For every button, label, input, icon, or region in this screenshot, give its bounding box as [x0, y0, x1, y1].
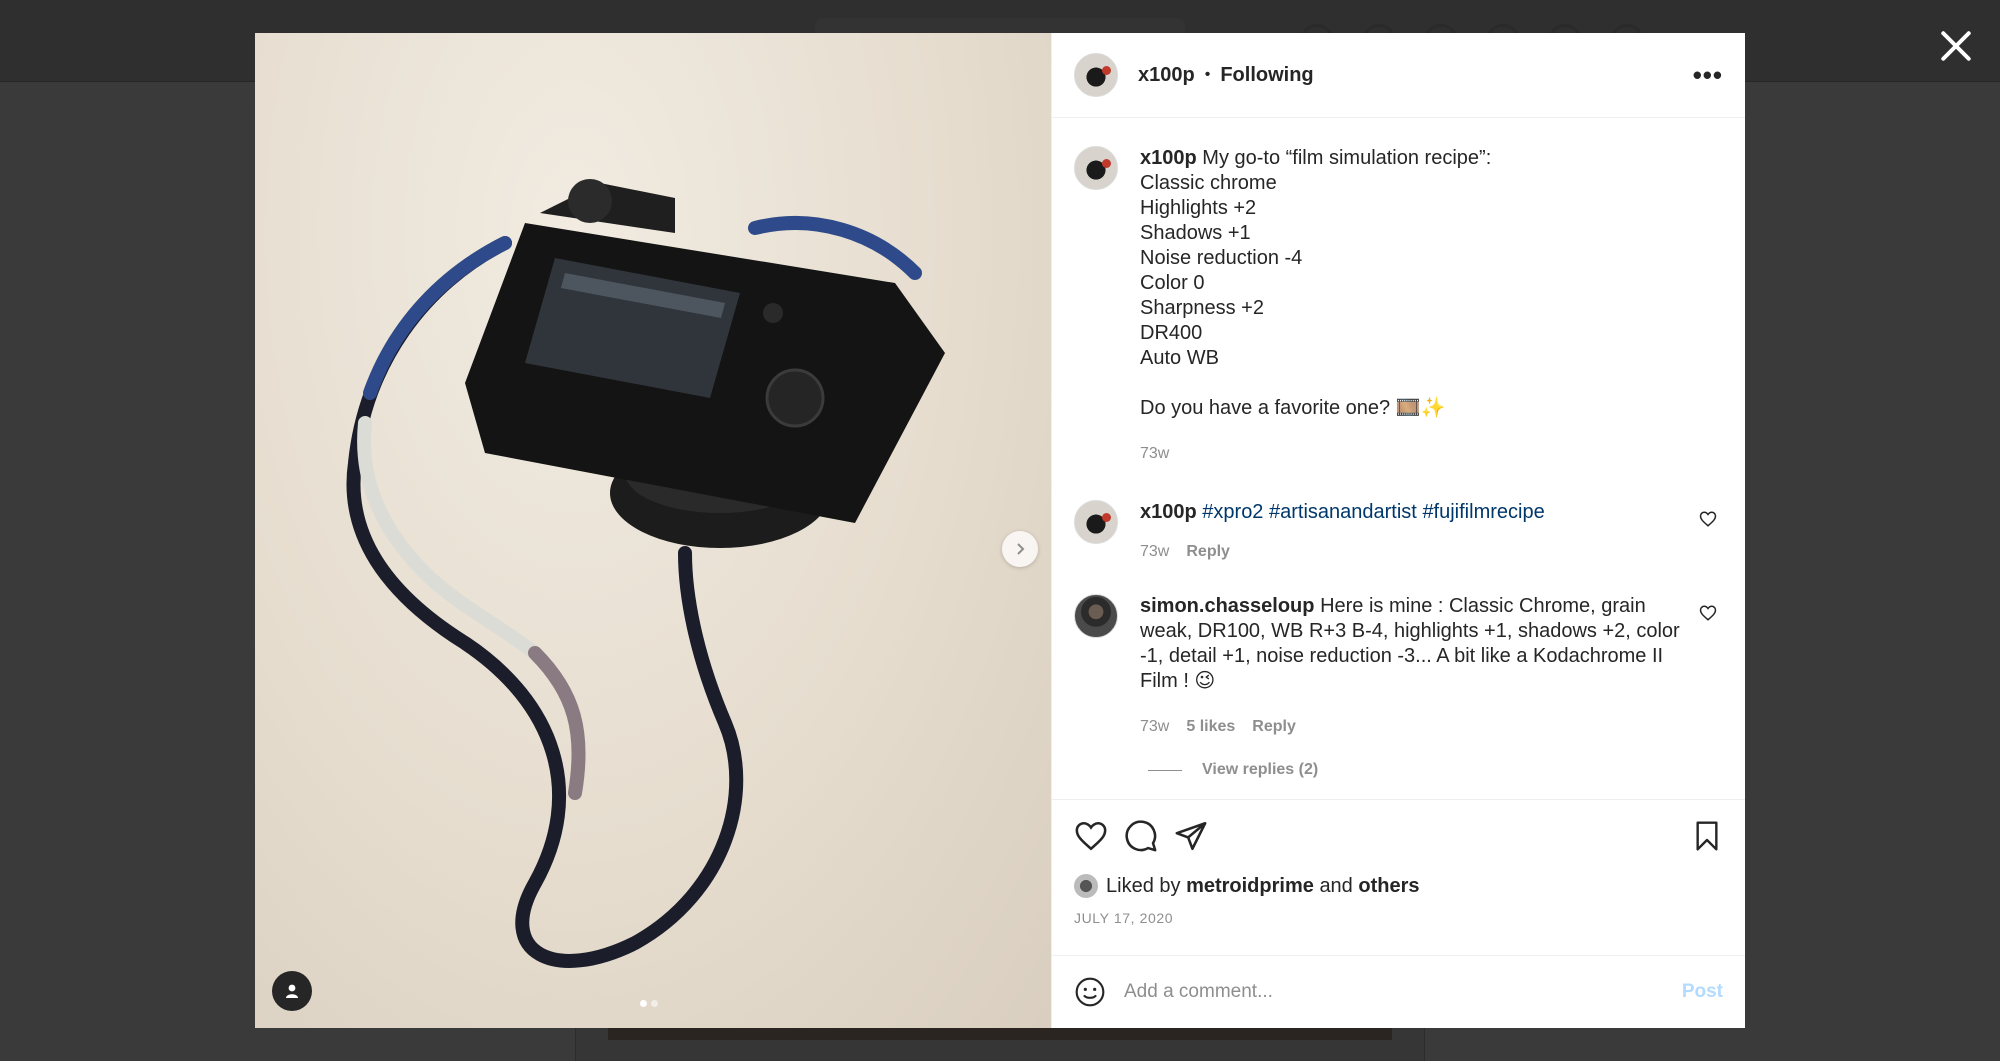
like-heart-icon[interactable]: [1074, 819, 1108, 853]
caption-line: Color 0: [1140, 272, 1205, 294]
caption-username[interactable]: x100p: [1140, 147, 1197, 169]
caption-line: Highlights +2: [1140, 197, 1257, 219]
comments-list: x100p My go-to “film simulation recipe”:…: [1052, 118, 1745, 799]
liked-by-others[interactable]: others: [1358, 875, 1419, 898]
tagged-users-button[interactable]: [272, 971, 312, 1011]
caption-line: Shadows +1: [1140, 222, 1251, 244]
carousel-indicator: [640, 1000, 658, 1007]
background-feed-photo: [608, 1028, 1392, 1040]
comment-input[interactable]: [1124, 981, 1682, 1003]
comment-username[interactable]: simon.chasseloup: [1140, 595, 1315, 617]
post-side-panel: x100p • Following ••• x100p My go-to “fi…: [1051, 33, 1745, 1028]
following-button[interactable]: Following: [1220, 64, 1313, 87]
liked-by-and: and: [1319, 874, 1353, 897]
comment: simon.chasseloup Here is mine : Classic …: [1074, 594, 1723, 739]
caption-age[interactable]: 73w: [1140, 441, 1169, 466]
comment-avatar[interactable]: [1074, 594, 1118, 638]
post-date[interactable]: JULY 17, 2020: [1074, 910, 1723, 926]
caption-line: DR400: [1140, 322, 1203, 344]
post-actions: Liked by metroidprime and others JULY 17…: [1052, 799, 1745, 955]
carousel-next-button[interactable]: [1002, 531, 1038, 567]
comment-bubble-icon[interactable]: [1124, 819, 1158, 853]
caption-line: Do you have a favorite one? 🎞️✨: [1140, 397, 1446, 419]
view-replies-label: View replies (2): [1202, 761, 1319, 778]
caption-avatar[interactable]: [1074, 146, 1118, 190]
add-comment-bar: Post: [1052, 955, 1745, 1028]
like-comment-heart-icon[interactable]: [1699, 604, 1717, 622]
carousel-dot: [640, 1000, 647, 1007]
share-send-icon[interactable]: [1174, 819, 1208, 853]
comment-username[interactable]: x100p: [1140, 501, 1197, 523]
caption-line: Sharpness +2: [1140, 297, 1264, 319]
view-replies-button[interactable]: View replies (2): [1148, 761, 1723, 779]
post-media: [255, 33, 1051, 1028]
caption-line: Noise reduction -4: [1140, 247, 1303, 269]
liker-avatar[interactable]: [1074, 874, 1098, 898]
post-modal: x100p • Following ••• x100p My go-to “fi…: [255, 33, 1745, 1028]
camera-button: [763, 303, 783, 323]
reply-button[interactable]: Reply: [1252, 714, 1296, 739]
post-header: x100p • Following •••: [1052, 33, 1745, 118]
reply-button[interactable]: Reply: [1186, 539, 1230, 564]
hashtag-link[interactable]: #artisanandartist: [1269, 501, 1417, 523]
caption-line: Auto WB: [1140, 347, 1219, 369]
comment-likes-count[interactable]: 5 likes: [1186, 714, 1235, 739]
liker-username[interactable]: metroidprime: [1186, 875, 1314, 898]
caption-line: Classic chrome: [1140, 172, 1277, 194]
camera-control-dial: [765, 368, 825, 428]
author-avatar[interactable]: [1074, 53, 1118, 97]
author-username[interactable]: x100p: [1138, 64, 1195, 87]
post-comment-button[interactable]: Post: [1682, 981, 1723, 1003]
more-options-button[interactable]: •••: [1693, 62, 1723, 88]
camera-photo: [346, 179, 945, 968]
header-separator: •: [1204, 66, 1211, 83]
camera-eyepiece: [568, 179, 612, 223]
person-icon: [286, 984, 298, 998]
carousel-dot: [651, 1000, 658, 1007]
comment: x100p #xpro2 #artisanandartist #fujifilm…: [1074, 500, 1723, 564]
replies-divider-line: [1148, 769, 1182, 771]
close-modal-button[interactable]: [1936, 24, 1976, 64]
liked-by: Liked by metroidprime and others: [1074, 874, 1723, 898]
hashtag-link[interactable]: #fujifilmrecipe: [1422, 501, 1544, 523]
like-comment-heart-icon[interactable]: [1699, 510, 1717, 528]
save-bookmark-icon[interactable]: [1691, 819, 1723, 853]
hashtag-link[interactable]: #xpro2: [1202, 501, 1263, 523]
liked-by-prefix: Liked by: [1106, 874, 1181, 897]
comment-age[interactable]: 73w: [1140, 714, 1169, 739]
chevron-right-icon: [1017, 543, 1025, 555]
emoji-smiley-icon[interactable]: [1074, 976, 1106, 1008]
comment-age[interactable]: 73w: [1140, 539, 1169, 564]
caption: x100p My go-to “film simulation recipe”:…: [1074, 146, 1723, 466]
comment-avatar[interactable]: [1074, 500, 1118, 544]
caption-text: My go-to “film simulation recipe”:: [1202, 147, 1492, 169]
